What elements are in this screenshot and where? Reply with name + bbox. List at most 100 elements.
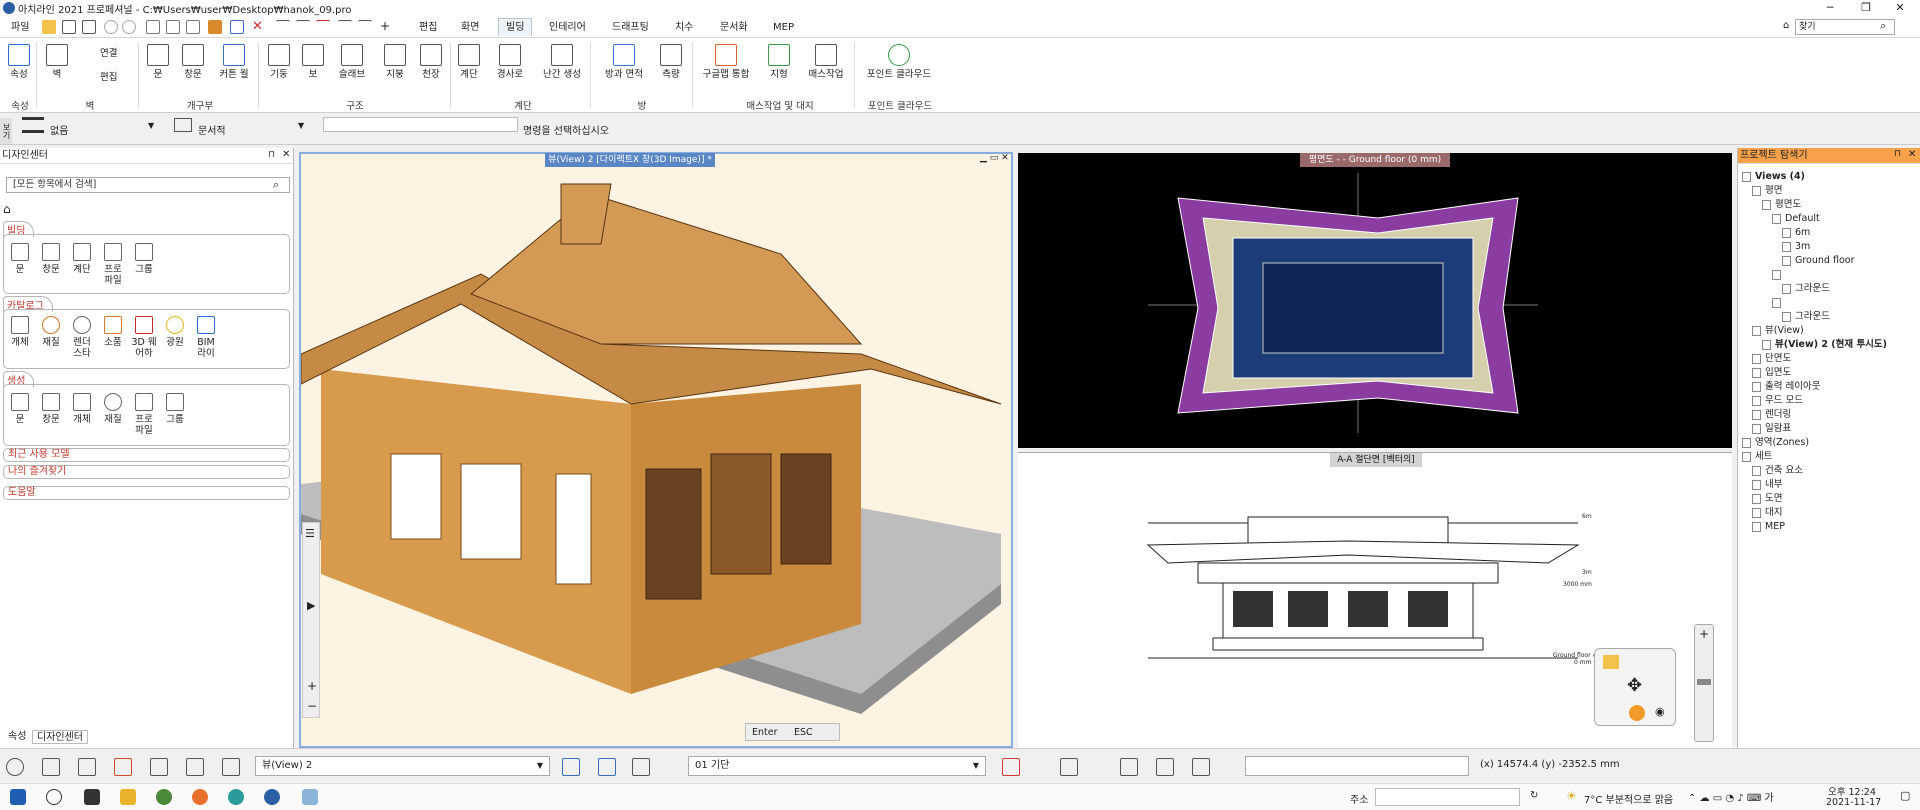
item-object[interactable]: 개체 — [7, 316, 33, 348]
recent-models-bar[interactable]: 최근 사용 모델 — [3, 448, 290, 462]
enter-key[interactable]: Enter — [752, 727, 778, 738]
item-stair[interactable]: 계단 — [69, 243, 95, 275]
item-material[interactable]: 재질 — [38, 316, 64, 348]
item-create-door[interactable]: 문 — [7, 393, 33, 425]
tree-node[interactable]: 그라운드 — [1742, 282, 1887, 296]
tree-node[interactable]: 도면 — [1742, 492, 1887, 506]
layer-dropdown-icon[interactable]: ▼ — [148, 121, 154, 130]
tray-icons[interactable]: ⌃ ☁ ▭ ◔ ♪ ⌨ 가 — [1688, 789, 1774, 804]
wall-button[interactable]: 벽 — [44, 44, 70, 80]
line-tool-icon[interactable] — [276, 20, 290, 34]
list-icon[interactable] — [222, 758, 240, 776]
tab-file[interactable]: 파일 — [4, 19, 36, 37]
tree-node[interactable]: 대지 — [1742, 506, 1887, 520]
tree-node[interactable]: 영역(Zones) — [1742, 436, 1887, 450]
home-icon[interactable]: ⌂ — [3, 202, 11, 216]
tree-node[interactable] — [1742, 296, 1887, 310]
tree-node[interactable]: 6m — [1742, 226, 1887, 240]
edge-icon[interactable] — [228, 789, 244, 805]
zoom-out-icon[interactable]: − — [307, 699, 317, 713]
file-explorer-icon[interactable] — [120, 789, 136, 805]
tree-node[interactable]: 출력 레이아웃 — [1742, 380, 1887, 394]
eye-icon[interactable]: ◉ — [1655, 705, 1665, 718]
search-icon[interactable]: ⌕ — [273, 178, 279, 192]
tab-dimensions[interactable]: 치수 — [668, 19, 700, 37]
layer-value[interactable]: 없음 — [50, 122, 68, 137]
pin-icon[interactable]: ⊓ — [1894, 149, 1901, 159]
line-tool-4-icon[interactable] — [358, 20, 372, 34]
tree-node[interactable]: 평면 — [1742, 184, 1887, 198]
weather-text[interactable]: 7°C 부분적으로 맑음 — [1584, 791, 1673, 806]
delete-icon[interactable]: ✕ — [252, 20, 266, 34]
magnet-icon[interactable] — [114, 758, 132, 776]
item-light[interactable]: 광원 — [162, 316, 188, 348]
survey-button[interactable]: 측량 — [656, 44, 686, 80]
item-create-profile[interactable]: 프로 파일 — [131, 393, 157, 436]
tab-design-center[interactable]: 디자인센터 — [32, 730, 88, 744]
add-icon[interactable]: + — [380, 20, 394, 34]
esc-key[interactable]: ESC — [794, 727, 813, 738]
navigation-cube[interactable]: ✥ ◉ — [1594, 648, 1676, 726]
close-panel-icon[interactable]: ✕ — [282, 149, 290, 160]
tree-node[interactable]: 건축 요소 — [1742, 464, 1887, 478]
item-create-object[interactable]: 개체 — [69, 393, 95, 425]
railing-button[interactable]: 난간 생성 — [540, 44, 584, 80]
side-tab-view[interactable]: 보기 — [0, 118, 12, 144]
windows-start-icon[interactable] — [10, 789, 26, 805]
beam-button[interactable]: 보 — [300, 44, 326, 80]
tree-node[interactable]: 입면도 — [1742, 366, 1887, 380]
hammer-icon[interactable] — [632, 758, 650, 776]
line-tool-3-icon[interactable] — [338, 20, 352, 34]
massing-button[interactable]: 매스작업 — [804, 44, 848, 80]
firefox-icon[interactable] — [192, 789, 208, 805]
tab-mep[interactable]: MEP — [766, 19, 801, 37]
item-group[interactable]: 그룹 — [131, 243, 157, 275]
close-button[interactable]: ✕ — [1880, 0, 1920, 16]
window-button[interactable]: 창문 — [178, 44, 208, 80]
column-button[interactable]: 기둥 — [266, 44, 292, 80]
item-window[interactable]: 창문 — [38, 243, 64, 275]
tab-building[interactable]: 빌딩 — [498, 18, 533, 36]
doc-style-value[interactable]: 문서적 — [198, 122, 226, 137]
doc-dropdown-icon[interactable]: ▼ — [298, 121, 304, 130]
tree-node[interactable]: 3m — [1742, 240, 1887, 254]
zoom-thumb[interactable] — [1697, 679, 1711, 685]
item-create-group[interactable]: 그룹 — [162, 393, 188, 425]
properties-button[interactable]: 속성 — [6, 44, 32, 80]
cube-view-icon[interactable] — [1603, 655, 1619, 669]
item-props[interactable]: 소품 — [100, 316, 126, 348]
item-bim-library[interactable]: BIM 라이 — [193, 316, 219, 359]
slab-button[interactable]: 슬래브 — [334, 44, 370, 80]
brush-icon[interactable] — [208, 20, 222, 34]
tree-node[interactable] — [1742, 268, 1887, 282]
tree-node[interactable]: Views (4) — [1742, 170, 1887, 184]
ceiling-button[interactable]: 천장 — [416, 44, 446, 80]
tree-node[interactable]: MEP — [1742, 520, 1887, 534]
roof-button[interactable]: 지붕 — [380, 44, 410, 80]
tab-interior[interactable]: 인테리어 — [542, 19, 593, 37]
level-up-icon[interactable] — [562, 758, 580, 776]
command-input[interactable] — [323, 117, 518, 132]
zoom-in-icon[interactable]: + — [1699, 627, 1709, 641]
print-icon[interactable] — [82, 20, 96, 34]
storey-select[interactable]: 01 기단 ▼ — [688, 756, 986, 776]
close-panel-icon[interactable]: ✕ — [1908, 149, 1916, 160]
item-create-window[interactable]: 창문 — [38, 393, 64, 425]
curtain-wall-button[interactable]: 커튼 월 — [214, 44, 254, 80]
save-icon[interactable] — [62, 20, 76, 34]
notification-icon[interactable]: ▢ — [1900, 789, 1910, 802]
search-icon[interactable]: ⌕ — [1880, 19, 1886, 33]
zoom-slider[interactable]: + — [1694, 624, 1714, 742]
design-center-search[interactable]: [모든 항목에서 검색] — [6, 177, 290, 193]
level-down-icon[interactable] — [598, 758, 616, 776]
pan-icon[interactable]: ✥ — [1627, 675, 1642, 696]
favorites-bar[interactable]: 나의 즐겨찾기 — [3, 465, 290, 479]
stair-button[interactable]: 계단 — [456, 44, 482, 80]
archline-taskbar-icon[interactable] — [264, 789, 280, 805]
open-folder-icon[interactable] — [42, 20, 56, 34]
ramp-button[interactable]: 경사로 — [492, 44, 528, 80]
tab-view[interactable]: 화면 — [454, 19, 486, 37]
tree-node[interactable]: 뷰(View) 2 (현재 투시도) — [1742, 338, 1887, 352]
grid-icon[interactable] — [42, 758, 60, 776]
help-bar[interactable]: 도움말 — [3, 486, 290, 500]
